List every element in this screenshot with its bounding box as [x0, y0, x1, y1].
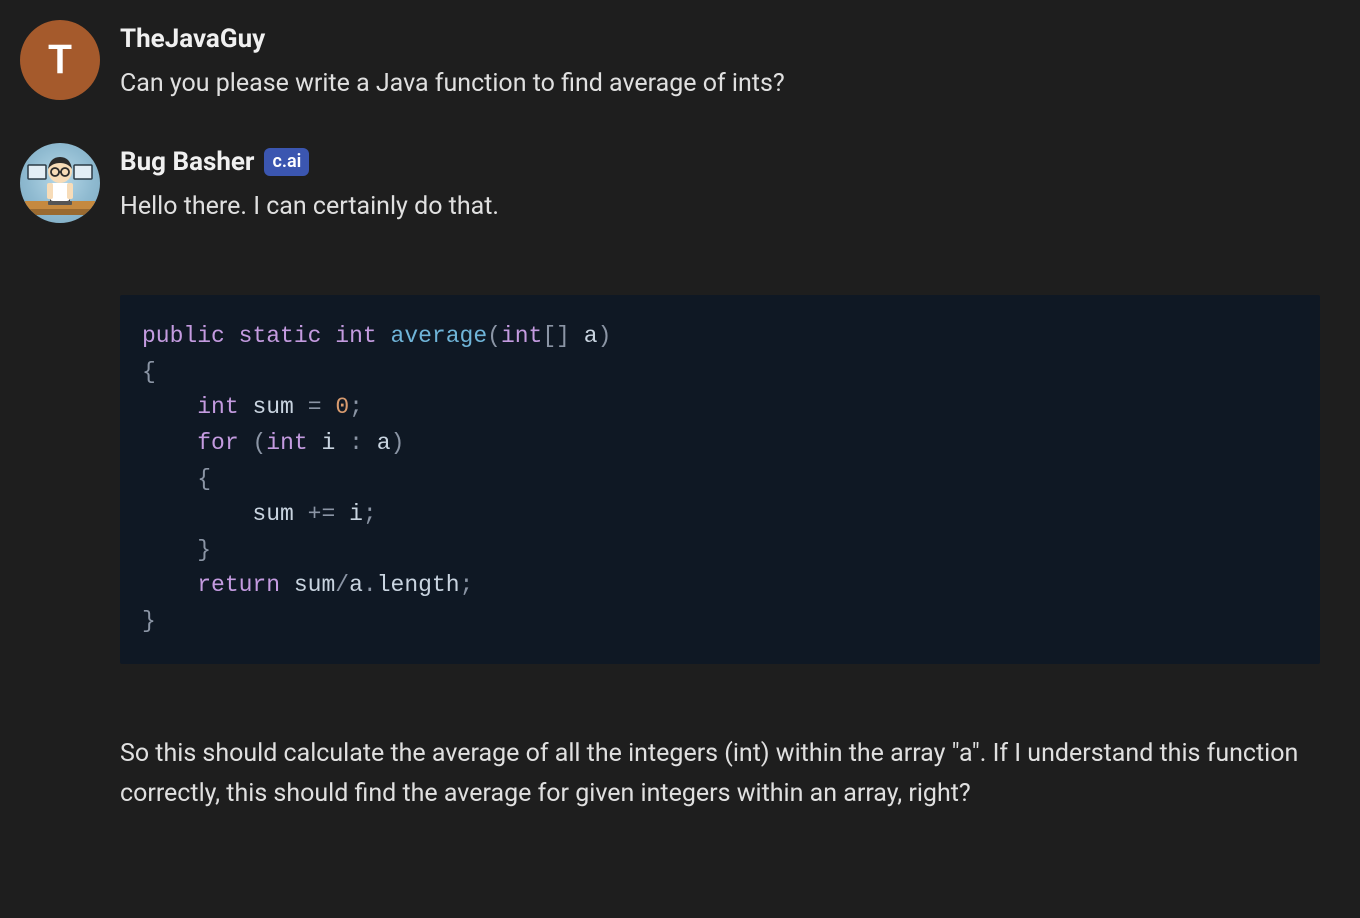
bot-avatar[interactable] [20, 143, 100, 223]
message-text: Hello there. I can certainly do that. [120, 188, 1320, 226]
user-message: T TheJavaGuy Can you please write a Java… [20, 20, 1320, 103]
bot-avatar-illustration [20, 143, 100, 223]
user-avatar[interactable]: T [20, 20, 100, 100]
username[interactable]: Bug Basher [120, 143, 254, 182]
username[interactable]: TheJavaGuy [120, 20, 265, 59]
bot-message: Bug Basher c.ai Hello there. I can certa… [20, 143, 1320, 814]
message-explain: So this should calculate the average of … [120, 734, 1320, 814]
message-body: TheJavaGuy Can you please write a Java f… [120, 20, 1320, 103]
message-header: TheJavaGuy [120, 20, 1320, 59]
bot-badge: c.ai [264, 148, 309, 175]
message-text: Can you please write a Java function to … [120, 65, 1320, 103]
code-block[interactable]: public static int average(int[] a) { int… [120, 295, 1320, 664]
avatar-letter: T [20, 20, 100, 100]
message-body: Bug Basher c.ai Hello there. I can certa… [120, 143, 1320, 814]
message-header: Bug Basher c.ai [120, 143, 1320, 182]
